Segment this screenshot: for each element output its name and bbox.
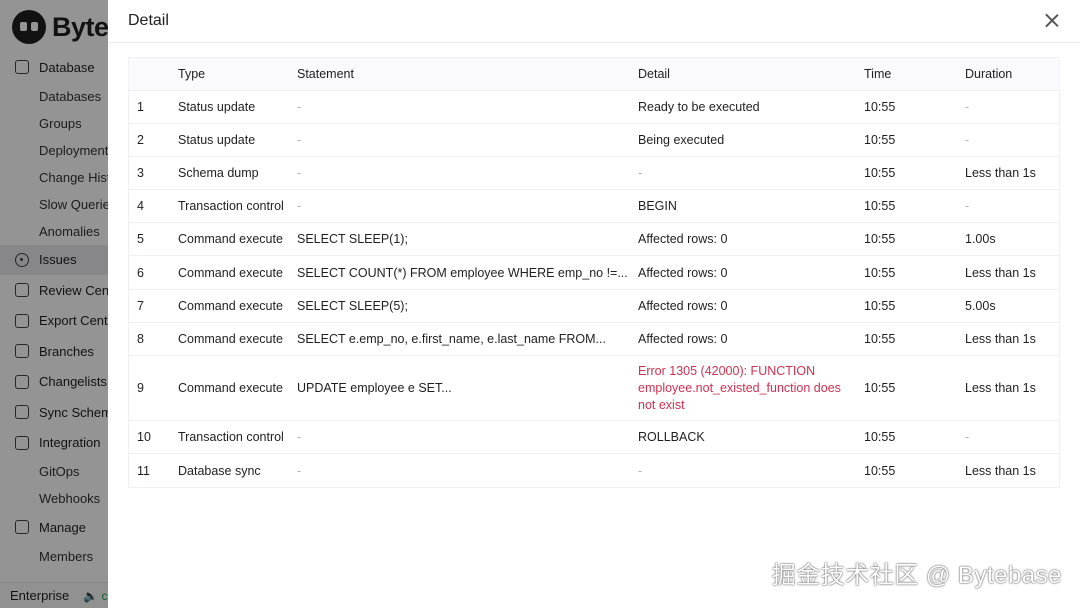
cell-index: 10	[129, 420, 170, 455]
table-row: 6 Command execute SELECT COUNT(*) FROM emp…	[129, 255, 1061, 290]
drawer-title: Detail	[128, 12, 169, 29]
cell-duration: 5.00s	[957, 289, 1061, 323]
cell-time: 10:55	[856, 156, 957, 191]
table-row: 3 Schema dump - -10:55 Less than 1s	[129, 156, 1061, 191]
cell-statement: -	[289, 189, 630, 224]
cell-type: Database sync	[178, 463, 261, 478]
cell-duration: -	[957, 90, 1061, 124]
cell-index: 8	[129, 322, 170, 357]
cell-detail: Affected rows: 0	[630, 322, 856, 357]
table-row: 1 Status update - Ready to be executed 10:55…	[129, 90, 1061, 124]
cell-index: 7	[129, 289, 170, 323]
cell-type: Command execute	[170, 355, 289, 421]
col-duration-header: Duration	[957, 58, 1061, 91]
cell-duration: Less than 1s	[957, 322, 1061, 357]
table-row: 4 Transaction control - BEGIN 10:55-	[129, 189, 1061, 224]
cell-time: 10:55	[856, 123, 957, 157]
detail-drawer: Detail Type Statement Detail Time Durati…	[108, 0, 1080, 608]
cell-duration: Less than 1s	[957, 156, 1061, 191]
cell-time: 10:55	[856, 420, 957, 455]
cell-detail: Ready to be executed	[630, 90, 856, 124]
cell-statement: UPDATE employee e SET...	[289, 355, 630, 421]
cell-detail: Affected rows: 0	[630, 255, 856, 290]
cell-time: 10:55	[856, 255, 957, 290]
cell-time: 10:55	[856, 189, 957, 224]
cell-statement: SELECT COUNT(*) FROM employee WHERE emp_…	[289, 255, 630, 290]
cell-index: 2	[129, 123, 170, 157]
cell-statement: -	[289, 123, 630, 157]
cell-detail: Error 1305 (42000): FUNCTION employee.no…	[630, 355, 856, 421]
cell-detail: ROLLBACK	[630, 420, 856, 455]
table-header-row: Type Statement Detail Time Duration	[129, 58, 1061, 91]
cell-detail: -	[630, 156, 856, 191]
cell-statement: -	[289, 156, 630, 191]
cell-time: 10:55	[856, 355, 957, 421]
cell-duration: Less than 1s	[965, 463, 1036, 478]
cell-type: Command execute	[170, 289, 289, 323]
cell-detail: Affected rows: 0	[630, 222, 856, 257]
cell-time: 10:55	[864, 463, 896, 478]
col-statement-header: Statement	[289, 58, 630, 91]
drawer-header: Detail	[108, 0, 1080, 43]
cell-duration: Less than 1s	[957, 355, 1061, 421]
table-row: 11 Database sync - - 10:55 Less than 1s	[129, 454, 1061, 487]
cell-index: 9	[129, 355, 170, 421]
cell-time: 10:55	[856, 222, 957, 257]
cell-type: Status update	[170, 90, 289, 124]
cell-duration: -	[957, 189, 1061, 224]
cell-statement: -	[289, 420, 630, 455]
cell-type: Command execute	[170, 322, 289, 357]
cell-statement: SELECT SLEEP(5);	[289, 289, 630, 323]
cell-statement: -	[289, 90, 630, 124]
cell-duration: 1.00s	[957, 222, 1061, 257]
cell-statement: SELECT e.emp_no, e.first_name, e.last_na…	[289, 322, 630, 357]
cell-duration: Less than 1s	[957, 255, 1061, 290]
col-index-header	[129, 58, 170, 91]
cell-type: Status update	[170, 123, 289, 157]
cell-time: 10:55	[856, 289, 957, 323]
cell-index: 11	[137, 463, 150, 478]
cell-index: 1	[129, 90, 170, 124]
cell-type: Schema dump	[170, 156, 289, 191]
watermark: 掘金技术社区 @ Bytebase	[771, 562, 1062, 589]
cell-statement: -	[297, 463, 302, 478]
cell-index: 6	[129, 255, 170, 290]
close-icon[interactable]	[1044, 13, 1060, 29]
cell-index: 4	[129, 189, 170, 224]
cell-type: Command execute	[170, 255, 289, 290]
cell-type: Command execute	[170, 222, 289, 257]
table-row: 9 Command execute UPDATE employee e SET...…	[129, 355, 1061, 421]
cell-detail: Being executed	[630, 123, 856, 157]
task-run-log-table: Type Statement Detail Time Duration 1 Sta…	[128, 57, 1061, 488]
table-row: 2 Status update - Being executed 10:55-	[129, 123, 1061, 157]
cell-detail: -	[638, 463, 643, 478]
table-row: 8 Command execute SELECT e.emp_no, e.first…	[129, 322, 1061, 357]
table-row: 5 Command execute SELECT SLEEP(1); Affected…	[129, 222, 1061, 257]
table-row: 10 Transaction control - ROLLBACK 10:55-	[129, 420, 1061, 455]
cell-time: 10:55	[856, 90, 957, 124]
col-type-header: Type	[170, 58, 289, 91]
col-time-header: Time	[856, 58, 957, 91]
cell-type: Transaction control	[170, 189, 289, 224]
cell-time: 10:55	[856, 322, 957, 357]
cell-index: 5	[129, 222, 170, 257]
cell-duration: -	[957, 420, 1061, 455]
cell-statement: SELECT SLEEP(1);	[289, 222, 630, 257]
col-detail-header: Detail	[630, 58, 856, 91]
cell-type: Transaction control	[170, 420, 289, 455]
table-row: 7 Command execute SELECT SLEEP(5); Affected…	[129, 289, 1061, 323]
cell-detail: BEGIN	[630, 189, 856, 224]
cell-index: 3	[129, 156, 170, 191]
cell-duration: -	[957, 123, 1061, 157]
cell-detail: Affected rows: 0	[630, 289, 856, 323]
